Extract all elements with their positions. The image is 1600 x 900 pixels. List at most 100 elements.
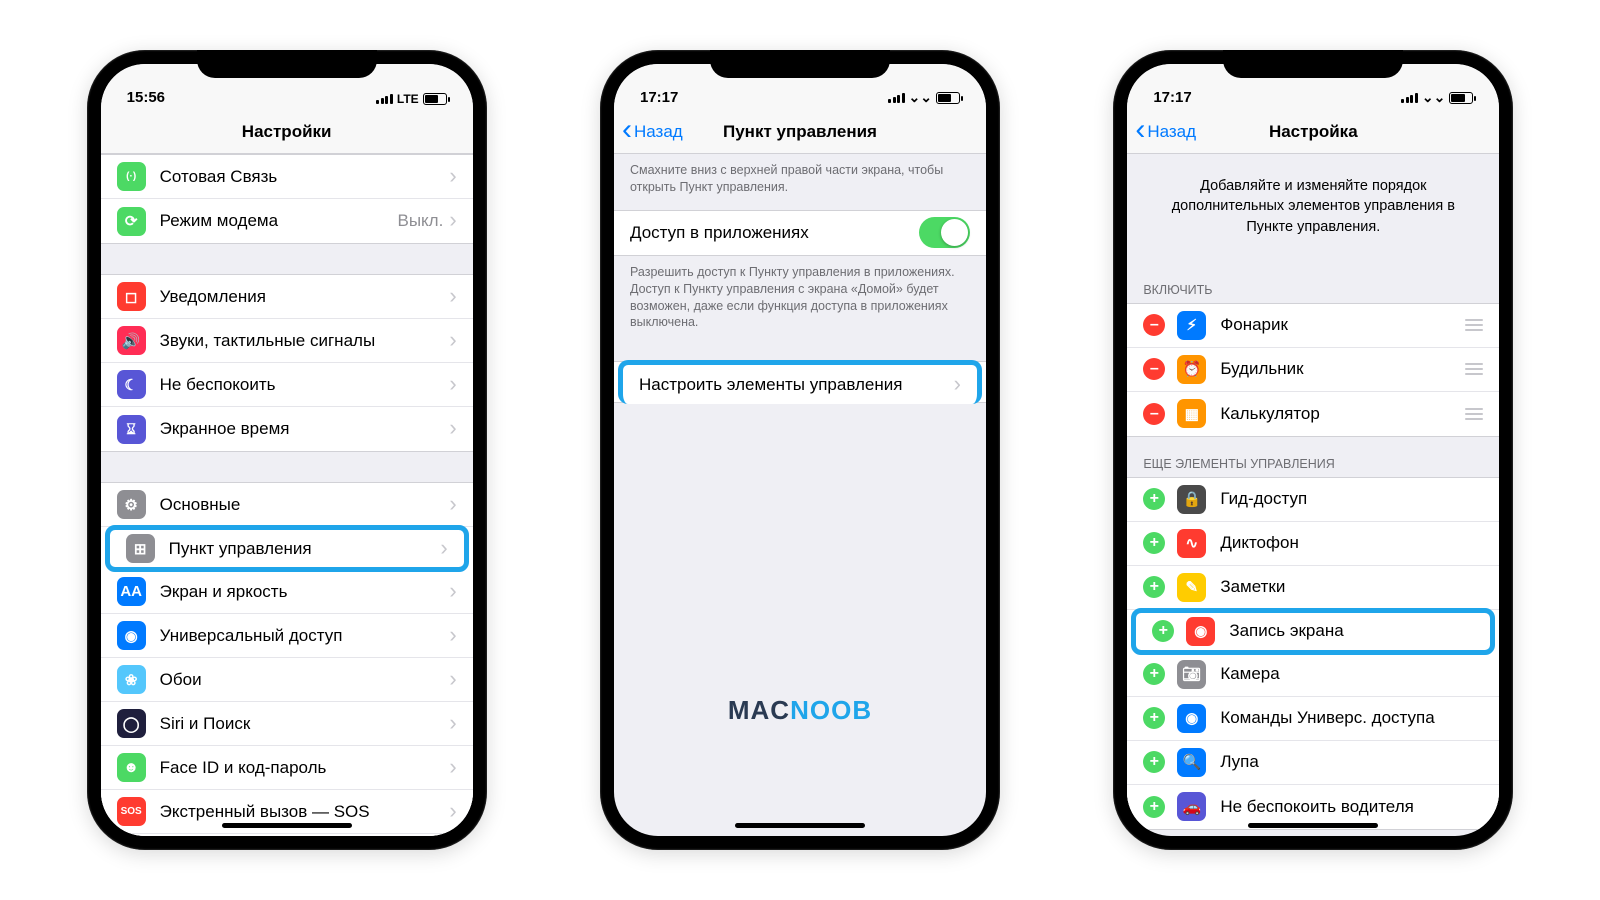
remove-button[interactable]: – [1143, 358, 1165, 380]
battery-icon [423, 93, 447, 105]
control-center-icon: ⊞ [126, 534, 155, 563]
row-label: Камера [1220, 664, 1483, 684]
notch [1223, 50, 1403, 78]
row-label: Запись экрана [1229, 621, 1474, 641]
customize-controls-row[interactable]: Настроить элементы управления› [618, 360, 982, 404]
settings-row[interactable]: ⟳Режим модемаВыкл.› [101, 199, 473, 243]
reorder-handle[interactable] [1465, 363, 1483, 375]
settings-row[interactable]: ⚙Основные› [101, 483, 473, 527]
add-button[interactable]: + [1143, 663, 1165, 685]
dnd-icon: ☾ [117, 370, 146, 399]
control-row[interactable]: + 🔍 Лупа [1127, 741, 1499, 785]
notifications-icon: ◻ [117, 282, 146, 311]
control-row[interactable]: +✎Заметки [1127, 566, 1499, 610]
back-button[interactable]: Назад [622, 122, 683, 142]
row-label: Сотовая Связь [160, 167, 450, 187]
add-button[interactable]: + [1152, 620, 1174, 642]
control-row[interactable]: +∿Диктофон [1127, 522, 1499, 566]
settings-row[interactable]: ◻Уведомления› [101, 275, 473, 319]
row-label: Будильник [1220, 359, 1457, 379]
home-indicator[interactable] [222, 823, 352, 828]
screen-record-icon: ◉ [1186, 617, 1215, 646]
phone-frame-1: 15:56 LTE Настройки (·)Сотовая Связь›⟳Ре… [87, 50, 487, 850]
section-header: ВКЛЮЧИТЬ [1127, 263, 1499, 303]
notch [197, 50, 377, 78]
settings-row[interactable]: ☾Не беспокоить› [101, 363, 473, 407]
toggle-switch[interactable] [919, 217, 970, 248]
settings-row[interactable]: ▮Аккумулятор› [101, 834, 473, 836]
back-button[interactable]: Назад [1135, 122, 1196, 142]
wallpaper-icon: ❀ [117, 665, 146, 694]
reorder-handle[interactable] [1465, 408, 1483, 420]
settings-row[interactable]: AAЭкран и яркость› [101, 570, 473, 614]
alarm-icon: ⏰ [1177, 355, 1206, 384]
nav-bar: Настройки [101, 110, 473, 154]
control-row[interactable]: –⚡︎Фонарик [1127, 304, 1499, 348]
row-label: Настроить элементы управления [639, 375, 954, 395]
control-row[interactable]: –▦Калькулятор [1127, 392, 1499, 436]
magnifier-icon: 🔍 [1177, 748, 1206, 777]
settings-row[interactable]: ◉Универсальный доступ› [101, 614, 473, 658]
notch [710, 50, 890, 78]
row-label: Экран и яркость [160, 582, 450, 602]
signal-icon [888, 93, 905, 103]
settings-row[interactable]: ⌛︎Экранное время› [101, 407, 473, 451]
accessibility-icon: ◉ [117, 621, 146, 650]
display-icon: AA [117, 577, 146, 606]
row-label: Не беспокоить [160, 375, 450, 395]
camera-icon: 📷︎ [1177, 660, 1206, 689]
control-row[interactable]: –⏰ Будильник [1127, 348, 1499, 392]
status-indicators: LTE [376, 92, 446, 106]
calculator-icon: ▦ [1177, 399, 1206, 428]
settings-row[interactable]: ◯Siri и Поиск› [101, 702, 473, 746]
footer-text: Разрешить доступ к Пункту управления в п… [614, 256, 986, 346]
add-button[interactable]: + [1143, 532, 1165, 554]
settings-row[interactable]: ⊞Пункт управления› [105, 525, 469, 572]
row-label: Siri и Поиск [160, 714, 450, 734]
row-label: Не беспокоить водителя [1220, 797, 1483, 817]
add-button[interactable]: + [1143, 796, 1165, 818]
accessibility-shortcut-icon: ◉ [1177, 704, 1206, 733]
control-row[interactable]: + 📷︎ Камера [1127, 653, 1499, 697]
home-indicator[interactable] [1248, 823, 1378, 828]
row-label: Лупа [1220, 752, 1483, 772]
settings-row[interactable]: (·)Сотовая Связь› [101, 155, 473, 199]
control-row[interactable]: +◉Команды Универс. доступа [1127, 697, 1499, 741]
phone-frame-2: 17:17 ⌄⌄ Назад Пункт управления Смахните… [600, 50, 1000, 850]
row-value: Выкл. [397, 211, 443, 231]
settings-list[interactable]: (·)Сотовая Связь›⟳Режим модемаВыкл.› ◻Уве… [101, 154, 473, 836]
guided-access-icon: 🔒 [1177, 485, 1206, 514]
add-button[interactable]: + [1143, 488, 1165, 510]
signal-icon [1401, 93, 1418, 103]
home-indicator[interactable] [735, 823, 865, 828]
dnd-driving-icon: 🚗 [1177, 792, 1206, 821]
row-label: Звуки, тактильные сигналы [160, 331, 450, 351]
reorder-handle[interactable] [1465, 319, 1483, 331]
settings-row[interactable]: 🔊Звуки, тактильные сигналы› [101, 319, 473, 363]
settings-row[interactable]: ❀Обои› [101, 658, 473, 702]
remove-button[interactable]: – [1143, 314, 1165, 336]
row-label: Универсальный доступ [160, 626, 450, 646]
access-in-apps-row[interactable]: Доступ в приложениях [614, 211, 986, 255]
clock: 15:56 [127, 89, 165, 106]
customize-controls[interactable]: Добавляйте и изменяйте порядок дополните… [1127, 154, 1499, 836]
control-center-settings[interactable]: Смахните вниз с верхней правой части экр… [614, 154, 986, 836]
add-button[interactable]: + [1143, 751, 1165, 773]
clock: 17:17 [1153, 89, 1191, 106]
screen-3: 17:17 ⌄⌄ Назад Настройка Добавляйте и из… [1127, 64, 1499, 836]
voice-memo-icon: ∿ [1177, 529, 1206, 558]
status-indicators: ⌄⌄ [1401, 89, 1473, 106]
remove-button[interactable]: – [1143, 403, 1165, 425]
signal-icon [376, 94, 393, 104]
flashlight-icon: ⚡︎ [1177, 311, 1206, 340]
screen-1: 15:56 LTE Настройки (·)Сотовая Связь›⟳Ре… [101, 64, 473, 836]
control-row[interactable]: + 🔒 Гид-доступ [1127, 478, 1499, 522]
control-row[interactable]: + ◉ Запись экрана [1131, 608, 1495, 655]
add-button[interactable]: + [1143, 707, 1165, 729]
settings-row[interactable]: ☻Face ID и код-пароль› [101, 746, 473, 790]
row-label: Гид-доступ [1220, 489, 1483, 509]
nav-title: Настройки [242, 122, 332, 142]
phone-frame-3: 17:17 ⌄⌄ Назад Настройка Добавляйте и из… [1113, 50, 1513, 850]
footer-text: Смахните вниз с верхней правой части экр… [614, 154, 986, 210]
add-button[interactable]: + [1143, 576, 1165, 598]
